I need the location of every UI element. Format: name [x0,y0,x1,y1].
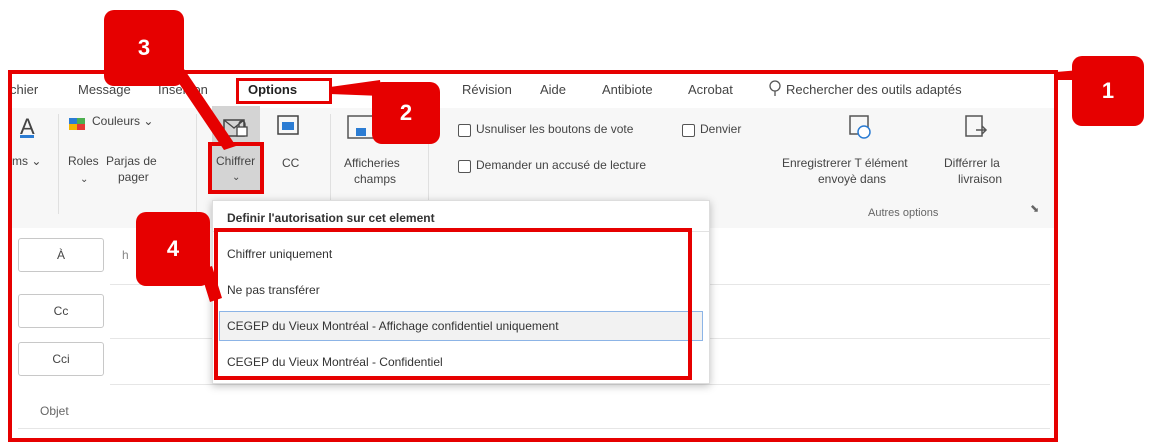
annotation-badge-2: 2 [372,82,440,144]
annotation-badge-1: 1 [1072,56,1144,126]
annotation-badge-3: 3 [104,10,184,86]
annotation-badge-4: 4 [136,212,210,286]
